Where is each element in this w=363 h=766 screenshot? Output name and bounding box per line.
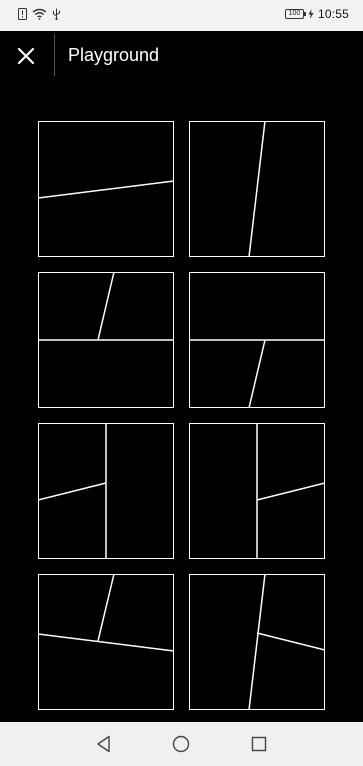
layout-tile-6[interactable] bbox=[189, 423, 325, 559]
usb-icon bbox=[53, 8, 60, 20]
system-nav-bar bbox=[0, 722, 363, 766]
screen: 100 10:55 Playground bbox=[0, 0, 363, 766]
layout-tile-7[interactable] bbox=[38, 574, 174, 710]
status-left bbox=[18, 8, 61, 20]
battery-indicator: 100 bbox=[284, 9, 306, 19]
charging-icon bbox=[308, 9, 314, 19]
wifi-icon bbox=[32, 8, 47, 20]
layout-tile-5[interactable] bbox=[38, 423, 174, 559]
close-button[interactable] bbox=[12, 42, 40, 70]
recents-button[interactable] bbox=[248, 733, 270, 755]
back-triangle-icon bbox=[97, 735, 110, 753]
status-right: 100 10:55 bbox=[284, 7, 349, 21]
layout-tile-4[interactable] bbox=[189, 272, 325, 408]
back-button[interactable] bbox=[93, 733, 115, 755]
layout-tile-3[interactable] bbox=[38, 272, 174, 408]
header-divider bbox=[54, 34, 55, 76]
page-title: Playground bbox=[68, 45, 160, 65]
layout-tile-8[interactable] bbox=[189, 574, 325, 710]
status-time: 10:55 bbox=[317, 7, 349, 21]
layout-tile-2[interactable] bbox=[189, 121, 325, 257]
home-button[interactable] bbox=[170, 733, 192, 755]
app-header: Playground bbox=[0, 31, 363, 81]
recents-square-icon bbox=[251, 736, 267, 752]
home-circle-icon bbox=[172, 735, 190, 753]
close-icon bbox=[17, 47, 35, 65]
alert-icon bbox=[18, 8, 27, 20]
layout-tile-1[interactable] bbox=[38, 121, 174, 257]
layout-grid bbox=[0, 81, 363, 722]
status-bar: 100 10:55 bbox=[0, 0, 363, 31]
